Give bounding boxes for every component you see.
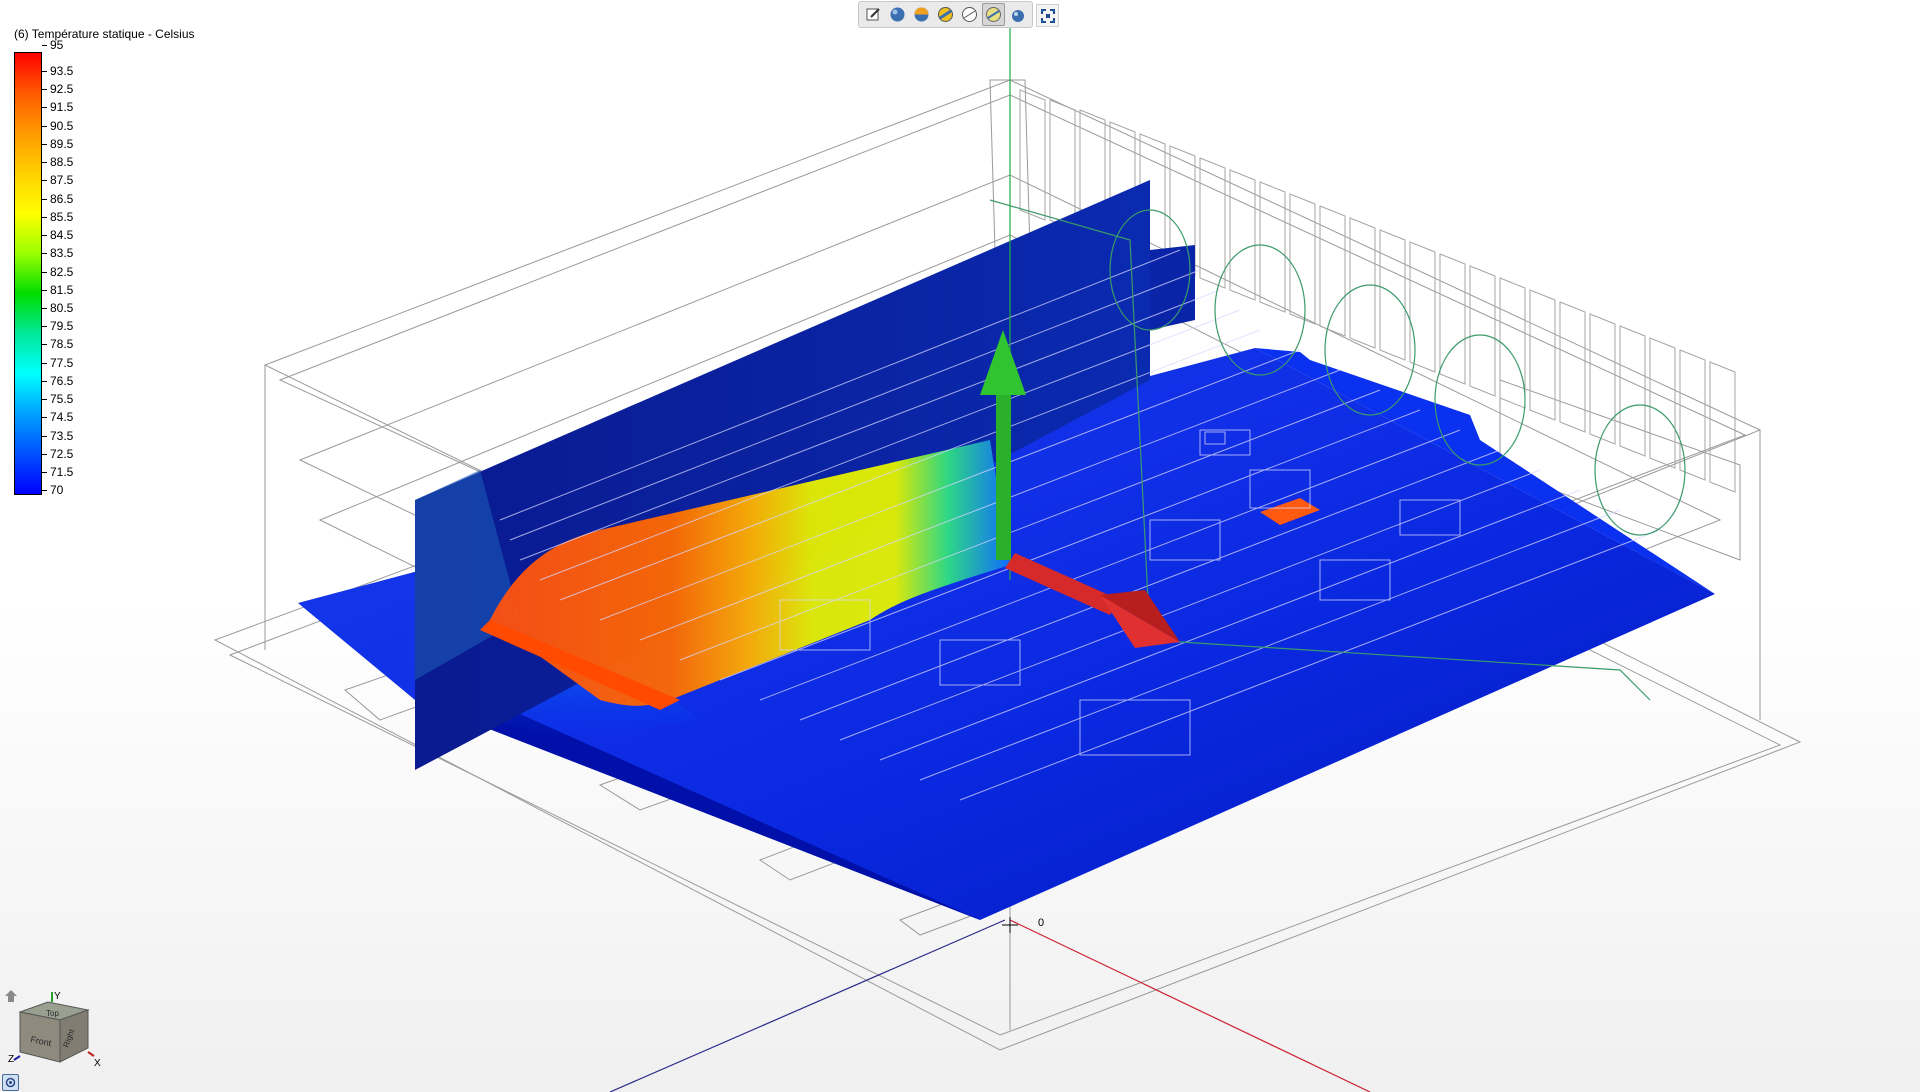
legend-label: 80.5	[50, 300, 74, 315]
legend-label: 82.5	[50, 264, 74, 279]
legend-tick	[42, 253, 47, 255]
legend-tick	[42, 235, 47, 237]
legend-tick	[42, 125, 47, 127]
wireframe-icon[interactable]	[958, 3, 981, 26]
legend-label: 72.5	[50, 446, 74, 461]
legend-tick	[42, 162, 47, 164]
legend-tick	[42, 71, 47, 72]
legend-tick	[42, 380, 47, 382]
legend-tick	[42, 45, 47, 46]
legend-label: 89.5	[50, 136, 74, 151]
legend-label: 74.5	[50, 410, 74, 425]
nav-axis-z: Z	[8, 1054, 14, 1065]
legend-label: 92.5	[50, 82, 74, 97]
legend-tick	[42, 107, 47, 109]
legend-label: 85.5	[50, 209, 74, 224]
legend-label: 90.5	[50, 118, 74, 133]
legend-tick	[42, 89, 47, 91]
legend-label: 95	[50, 38, 64, 52]
legend-label: 71.5	[50, 465, 74, 479]
temperature-color-scale	[14, 52, 42, 495]
legend-tick	[42, 289, 47, 291]
edges-sphere-icon[interactable]	[934, 3, 957, 26]
legend-label: 93.5	[50, 64, 74, 78]
section-sphere-icon[interactable]	[910, 3, 933, 26]
legend-tick	[42, 180, 47, 182]
cfd-viewport[interactable]	[0, 0, 1920, 1092]
legend-tick	[42, 472, 47, 473]
nav-axis-x: X	[94, 1058, 101, 1069]
legend-label: 79.5	[50, 319, 74, 334]
legend-tick	[42, 307, 47, 309]
transparent-icon[interactable]	[982, 3, 1005, 26]
legend-tick	[42, 362, 47, 364]
shaded-sphere-icon[interactable]	[886, 3, 909, 26]
perspective-icon[interactable]	[1006, 3, 1029, 26]
legend-label: 77.5	[50, 355, 74, 370]
legend-label: 84.5	[50, 228, 74, 243]
legend-label: 70	[50, 483, 64, 497]
legend-label: 91.5	[50, 100, 74, 115]
legend-label: 81.5	[50, 282, 74, 297]
legend-tick	[42, 435, 47, 437]
legend-label: 75.5	[50, 392, 74, 407]
nav-cube-top: Top	[46, 1009, 59, 1018]
fit-view-icon[interactable]	[1036, 4, 1059, 27]
legend-tick	[42, 271, 47, 273]
legend-label: 88.5	[50, 155, 74, 170]
legend-label: 76.5	[50, 373, 74, 388]
legend-tick	[42, 399, 47, 401]
legend-tick	[42, 490, 47, 491]
legend-tick	[42, 417, 47, 419]
legend-label: 78.5	[50, 337, 74, 352]
legend-tick	[42, 198, 47, 200]
nav-axis-y: Y	[54, 991, 61, 1002]
view-options-button[interactable]	[2, 1074, 19, 1091]
view-toolbar	[858, 1, 1033, 28]
legend-tick	[42, 326, 47, 328]
origin-label: 0	[1038, 917, 1045, 929]
legend-label: 86.5	[50, 191, 74, 206]
legend-tick	[42, 344, 47, 346]
legend-label: 73.5	[50, 428, 74, 443]
legend-tick	[42, 453, 47, 455]
navigation-cube[interactable]: Top Front Right Y X Z	[8, 990, 103, 1070]
legend-label: 83.5	[50, 246, 74, 261]
legend-tick	[42, 216, 47, 218]
legend-tick	[42, 143, 47, 145]
legend-title: (6) Température statique - Celsius	[14, 27, 195, 41]
edit-icon[interactable]	[862, 3, 885, 26]
legend-label: 87.5	[50, 173, 74, 188]
